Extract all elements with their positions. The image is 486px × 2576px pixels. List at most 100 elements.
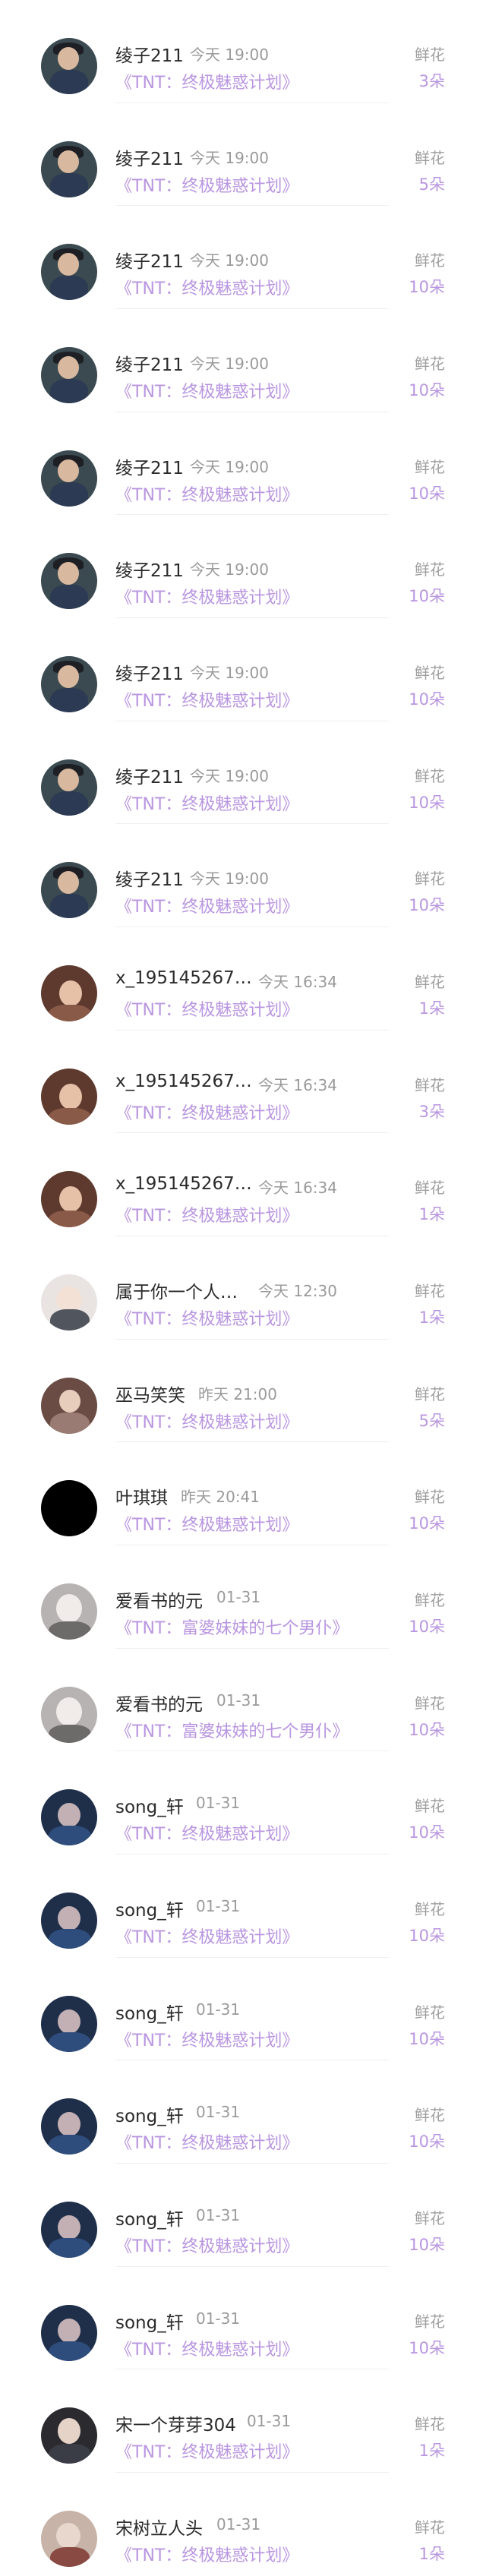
avatar[interactable] xyxy=(41,2407,97,2464)
gift-record-row[interactable]: song_轩 01-31 《TNT：终极魅惑计划》 鲜花 10朵 xyxy=(0,2060,486,2164)
avatar[interactable] xyxy=(41,1171,97,1228)
avatar[interactable] xyxy=(41,1274,97,1331)
book-title[interactable]: 《TNT：终极魅惑计划》 xyxy=(115,893,298,917)
avatar[interactable] xyxy=(41,1789,97,1846)
user-name[interactable]: 宋树立人头 xyxy=(115,2514,203,2540)
book-title[interactable]: 《TNT：终极魅惑计划》 xyxy=(115,687,298,712)
book-title[interactable]: 《TNT：终极魅惑计划》 xyxy=(115,584,298,608)
book-title[interactable]: 《TNT：终极魅惑计划》 xyxy=(115,1202,298,1226)
user-name[interactable]: 绫子211 xyxy=(115,350,184,376)
user-name[interactable]: 绫子211 xyxy=(115,144,184,170)
gift-record-row[interactable]: song_轩 01-31 《TNT：终极魅惑计划》 鲜花 10朵 xyxy=(0,1855,486,1958)
gift-record-row[interactable]: 爱看书的元 01-31 《TNT：富婆妹妹的七个男仆》 鲜花 10朵 xyxy=(0,1649,486,1752)
gift-record-row[interactable]: 绫子211 今天 19:00 《TNT：终极魅惑计划》 鲜花 3朵 xyxy=(0,0,486,103)
book-title[interactable]: 《TNT：终极魅惑计划》 xyxy=(115,1305,298,1330)
avatar[interactable] xyxy=(41,347,97,404)
avatar[interactable] xyxy=(41,656,97,713)
user-name[interactable]: song_轩 xyxy=(115,1896,184,1921)
user-name[interactable]: song_轩 xyxy=(115,2101,184,2127)
user-name[interactable]: 绫子211 xyxy=(115,453,184,479)
avatar[interactable] xyxy=(41,1686,97,1743)
gift-record-row[interactable]: x_195145267… 今天 16:34 《TNT：终极魅惑计划》 鲜花 1朵 xyxy=(0,1133,486,1237)
gift-record-row[interactable]: 叶琪琪 昨天 20:41 《TNT：终极魅惑计划》 鲜花 10朵 xyxy=(0,1442,486,1546)
book-title[interactable]: 《TNT：终极魅惑计划》 xyxy=(115,1100,298,1124)
avatar[interactable] xyxy=(41,2098,97,2155)
book-title[interactable]: 《TNT：终极魅惑计划》 xyxy=(115,172,298,197)
gift-record-row[interactable]: 宋一个芽芽304 01-31 《TNT：终极魅惑计划》 鲜花 1朵 xyxy=(0,2369,486,2473)
book-title[interactable]: 《TNT：终极魅惑计划》 xyxy=(115,2129,298,2154)
avatar[interactable] xyxy=(41,2304,97,2361)
user-name[interactable]: 绫子211 xyxy=(115,556,184,582)
user-name[interactable]: x_195145267… xyxy=(115,968,252,988)
book-title[interactable]: 《TNT：终极魅惑计划》 xyxy=(115,996,298,1021)
book-title[interactable]: 《TNT：终极魅惑计划》 xyxy=(115,275,298,299)
book-title[interactable]: 《TNT：终极魅惑计划》 xyxy=(115,1924,298,1948)
book-title[interactable]: 《TNT：终极魅惑计划》 xyxy=(115,69,298,93)
avatar[interactable] xyxy=(41,1893,97,1949)
user-name[interactable]: 宋一个芽芽304 xyxy=(115,2410,236,2436)
book-title[interactable]: 《TNT：终极魅惑计划》 xyxy=(115,1820,298,1845)
user-name[interactable]: 绫子211 xyxy=(115,659,184,685)
avatar[interactable] xyxy=(41,2202,97,2259)
gift-record-row[interactable]: 绫子211 今天 19:00 《TNT：终极魅惑计划》 鲜花 10朵 xyxy=(0,206,486,310)
book-title[interactable]: 《TNT：富婆妹妹的七个男仆》 xyxy=(115,1615,349,1639)
avatar[interactable] xyxy=(41,1995,97,2052)
gift-record-row[interactable]: song_轩 01-31 《TNT：终极魅惑计划》 鲜花 10朵 xyxy=(0,1958,486,2061)
gift-record-row[interactable]: song_轩 01-31 《TNT：终极魅惑计划》 鲜花 10朵 xyxy=(0,2267,486,2370)
gift-record-row[interactable]: song_轩 01-31 《TNT：终极魅惑计划》 鲜花 10朵 xyxy=(0,2164,486,2267)
gift-record-row[interactable]: 绫子211 今天 19:00 《TNT：终极魅惑计划》 鲜花 10朵 xyxy=(0,721,486,825)
avatar[interactable] xyxy=(41,1377,97,1434)
user-name[interactable]: 绫子211 xyxy=(115,247,184,273)
avatar[interactable] xyxy=(41,862,97,919)
user-name[interactable]: 爱看书的元 xyxy=(115,1586,203,1612)
book-title[interactable]: 《TNT：终极魅惑计划》 xyxy=(115,791,298,815)
avatar[interactable] xyxy=(41,2511,97,2568)
gift-record-row[interactable]: 绫子211 今天 19:00 《TNT：终极魅惑计划》 鲜花 10朵 xyxy=(0,824,486,928)
gift-record-row[interactable]: 绫子211 今天 19:00 《TNT：终极魅惑计划》 鲜花 10朵 xyxy=(0,309,486,412)
book-title[interactable]: 《TNT：终极魅惑计划》 xyxy=(115,2542,298,2566)
avatar[interactable] xyxy=(41,1480,97,1537)
gift-record-row[interactable]: x_195145267… 今天 16:34 《TNT：终极魅惑计划》 鲜花 3朵 xyxy=(0,1031,486,1134)
gift-record-row[interactable]: 巫马笑笑 昨天 21:00 《TNT：终极魅惑计划》 鲜花 5朵 xyxy=(0,1340,486,1443)
user-name[interactable]: song_轩 xyxy=(115,2205,184,2230)
user-name[interactable]: song_轩 xyxy=(115,2308,184,2334)
avatar[interactable] xyxy=(41,140,97,197)
avatar[interactable] xyxy=(41,553,97,610)
avatar[interactable] xyxy=(41,965,97,1022)
user-name[interactable]: x_195145267… xyxy=(115,1072,252,1091)
user-name[interactable]: 绫子211 xyxy=(115,762,184,788)
user-name[interactable]: 绫子211 xyxy=(115,41,184,67)
book-title[interactable]: 《TNT：富婆妹妹的七个男仆》 xyxy=(115,1718,349,1742)
avatar[interactable] xyxy=(41,1068,97,1125)
gift-record-row[interactable]: 属于你一个人… 今天 12:30 《TNT：终极魅惑计划》 鲜花 1朵 xyxy=(0,1236,486,1340)
gift-record-row[interactable]: 爱看书的元 01-31 《TNT：富婆妹妹的七个男仆》 鲜花 10朵 xyxy=(0,1545,486,1649)
book-title[interactable]: 《TNT：终极魅惑计划》 xyxy=(115,2439,298,2463)
avatar[interactable] xyxy=(41,1583,97,1640)
avatar[interactable] xyxy=(41,244,97,301)
gift-record-row[interactable]: song_轩 01-31 《TNT：终极魅惑计划》 鲜花 10朵 xyxy=(0,1751,486,1855)
gift-record-row[interactable]: x_195145267… 今天 16:34 《TNT：终极魅惑计划》 鲜花 1朵 xyxy=(0,927,486,1031)
user-name[interactable]: song_轩 xyxy=(115,1999,184,2025)
gift-record-row[interactable]: 绫子211 今天 19:00 《TNT：终极魅惑计划》 鲜花 5朵 xyxy=(0,103,486,207)
book-title[interactable]: 《TNT：终极魅惑计划》 xyxy=(115,1511,298,1536)
user-name[interactable]: 巫马笑笑 xyxy=(115,1381,185,1406)
avatar[interactable] xyxy=(41,38,97,94)
gift-record-row[interactable]: 绫子211 今天 19:00 《TNT：终极魅惑计划》 鲜花 10朵 xyxy=(0,412,486,516)
user-name[interactable]: 绫子211 xyxy=(115,865,184,891)
user-name[interactable]: song_轩 xyxy=(115,1792,184,1818)
avatar[interactable] xyxy=(41,450,97,507)
book-title[interactable]: 《TNT：终极魅惑计划》 xyxy=(115,2233,298,2257)
avatar[interactable] xyxy=(41,759,97,816)
book-title[interactable]: 《TNT：终极魅惑计划》 xyxy=(115,2027,298,2051)
user-name[interactable]: 爱看书的元 xyxy=(115,1690,203,1716)
book-title[interactable]: 《TNT：终极魅惑计划》 xyxy=(115,481,298,506)
gift-record-row[interactable]: 宋树立人头 01-31 《TNT：终极魅惑计划》 鲜花 1朵 xyxy=(0,2473,486,2576)
user-name[interactable]: 属于你一个人… xyxy=(115,1277,238,1303)
gift-record-row[interactable]: 绫子211 今天 19:00 《TNT：终极魅惑计划》 鲜花 10朵 xyxy=(0,618,486,721)
user-name[interactable]: 叶琪琪 xyxy=(115,1483,168,1509)
gift-record-row[interactable]: 绫子211 今天 19:00 《TNT：终极魅惑计划》 鲜花 10朵 xyxy=(0,515,486,619)
book-title[interactable]: 《TNT：终极魅惑计划》 xyxy=(115,378,298,402)
book-title[interactable]: 《TNT：终极魅惑计划》 xyxy=(115,2336,298,2360)
book-title[interactable]: 《TNT：终极魅惑计划》 xyxy=(115,1409,298,1433)
user-name[interactable]: x_195145267… xyxy=(115,1174,252,1194)
